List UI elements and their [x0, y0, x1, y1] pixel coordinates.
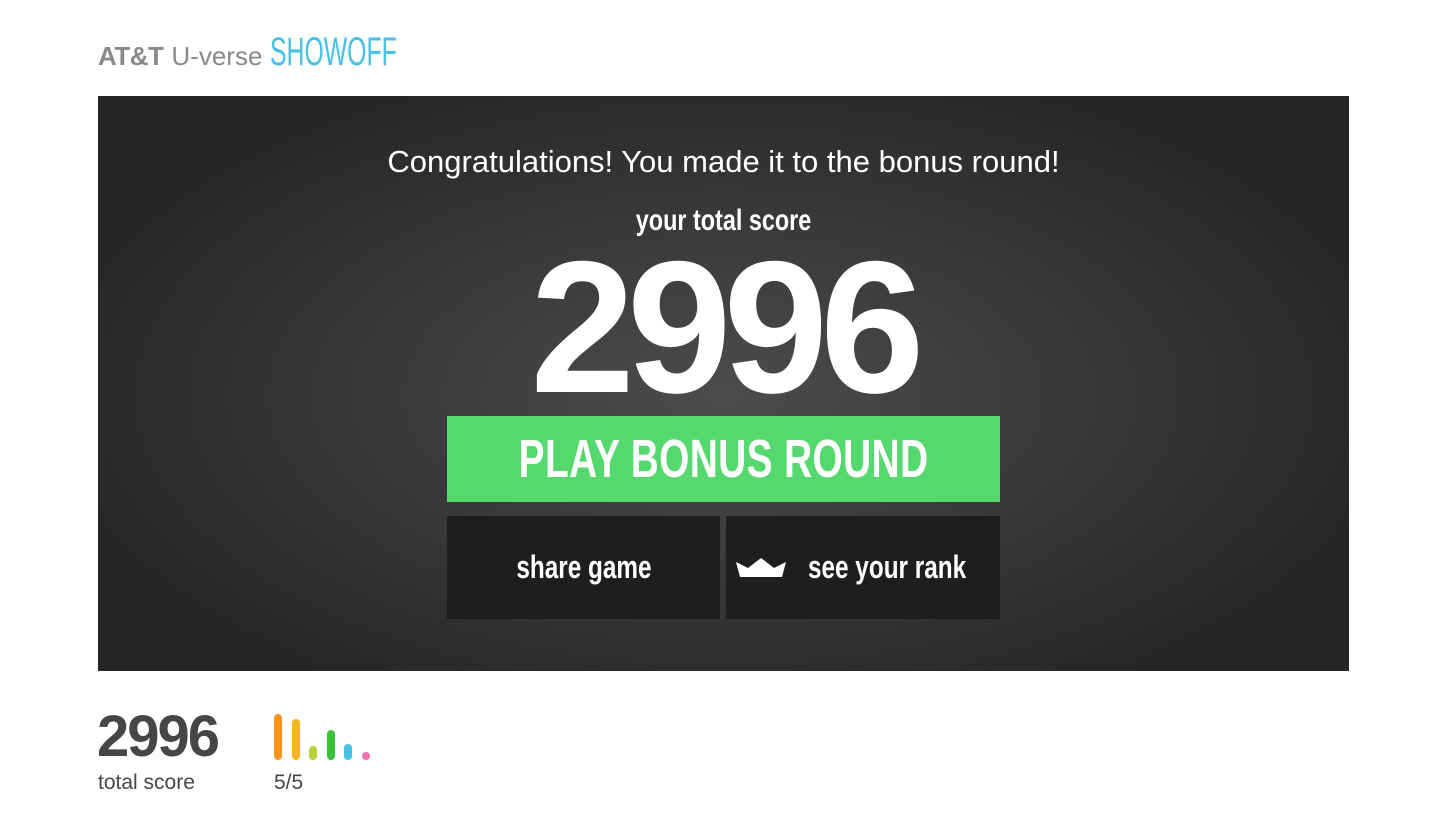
share-game-label: share game — [515, 549, 652, 585]
app-header: AT&T U-verse SHOWOFF — [98, 28, 475, 72]
progress-bar-1 — [274, 714, 282, 760]
congrats-message: Congratulations! You made it to the bonu… — [387, 144, 1060, 179]
total-score-value: 2996 — [530, 222, 924, 432]
crown-icon — [735, 557, 786, 577]
play-bonus-round-label: PLAY BONUS ROUND — [518, 429, 929, 489]
round-progress-bars — [274, 714, 374, 760]
see-your-rank-label: see your rank — [807, 549, 967, 585]
round-progress-label: 5/5 — [274, 771, 304, 794]
progress-bar-5 — [344, 744, 352, 760]
att-logo-text: AT&T — [98, 41, 164, 71]
footer-total-score-label: total score — [98, 771, 195, 794]
results-panel: Congratulations! You made it to the bonu… — [98, 96, 1349, 671]
uverse-logo-text: U-verse — [171, 41, 263, 71]
share-game-button[interactable]: share game — [447, 516, 720, 619]
showoff-logo-text: SHOWOFF — [270, 30, 398, 74]
progress-bar-2 — [292, 719, 300, 760]
progress-bar-4 — [327, 730, 335, 760]
progress-bar-6 — [362, 752, 370, 760]
see-your-rank-button[interactable]: see your rank — [726, 516, 1000, 619]
play-bonus-round-button[interactable]: PLAY BONUS ROUND — [447, 416, 1000, 502]
progress-bar-3 — [309, 746, 317, 760]
footer-total-score: 2996 — [97, 704, 220, 769]
